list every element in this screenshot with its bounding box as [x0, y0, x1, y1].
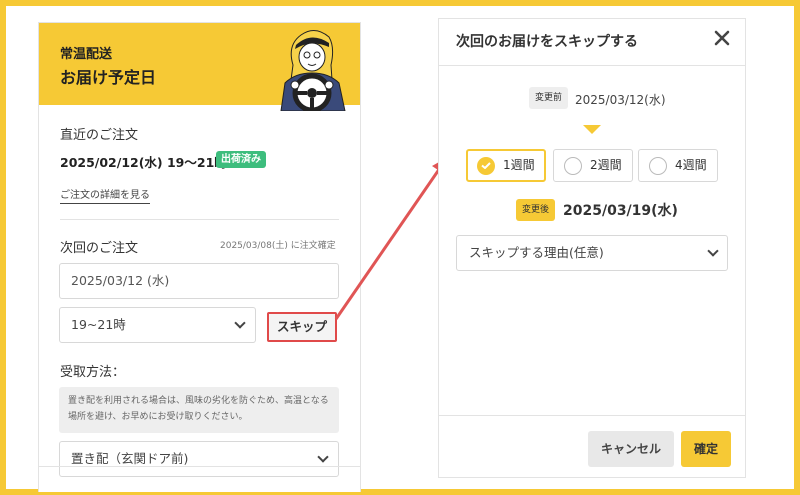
divider — [60, 219, 339, 220]
divider — [439, 65, 745, 66]
time-select-value: 19~21時 — [71, 317, 126, 332]
skip-modal: 次回のお届けをスキップする 変更前 2025/03/12(水) 1週間 2週間 … — [438, 18, 746, 478]
before-tag: 変更前 — [529, 87, 569, 109]
check-icon — [481, 162, 491, 169]
after-date: 2025/03/19(水) — [563, 203, 678, 219]
week-option-label: 1週間 — [503, 158, 535, 172]
chevron-down-icon — [707, 245, 719, 257]
skip-reason-select[interactable]: スキップする理由(任意) — [456, 235, 728, 271]
radio-unchecked — [564, 157, 582, 175]
next-order-label: 次回のご注文 — [60, 241, 139, 256]
delivery-date-field[interactable]: 2025/03/12 (水) — [59, 263, 339, 299]
receive-method-label: 受取方法： — [60, 365, 126, 380]
recent-order-label: 直近のご注文 — [60, 128, 139, 143]
header-subtitle: 常温配送 — [60, 47, 113, 62]
panel-header: 常温配送 お届け予定日 — [39, 23, 360, 111]
delivery-time-select[interactable]: 19~21時 — [59, 307, 256, 343]
week-option-2[interactable]: 2週間 — [553, 149, 633, 182]
delivery-panel: 常温配送 お届け予定日 直近のご注文 2025/02/12(水) 19〜21時 … — [38, 22, 361, 492]
week-option-label: 2週間 — [590, 158, 622, 172]
confirm-button[interactable]: 確定 — [681, 431, 731, 467]
week-option-label: 4週間 — [675, 158, 707, 172]
status-badge: 出荷済み — [216, 151, 266, 168]
driver-illustration — [280, 30, 346, 111]
week-option-1[interactable]: 1週間 — [466, 149, 546, 182]
close-icon[interactable] — [714, 30, 730, 46]
reason-placeholder: スキップする理由(任意) — [469, 245, 604, 260]
recent-order-date: 2025/02/12(水) 19〜21時 — [60, 155, 227, 170]
header-title: お届け予定日 — [60, 68, 157, 87]
order-detail-link[interactable]: ご注文の詳細を見る — [60, 186, 150, 204]
chevron-down-icon — [234, 317, 246, 329]
radio-checked — [477, 157, 495, 175]
chevron-down-icon — [317, 451, 329, 463]
skip-button[interactable]: スキップ — [267, 312, 337, 342]
receive-method-value: 置き配（玄関ドア前) — [71, 451, 189, 466]
down-arrow-icon — [583, 125, 601, 134]
divider — [439, 415, 745, 416]
after-tag: 変更後 — [516, 199, 556, 221]
modal-title: 次回のお届けをスキップする — [456, 34, 638, 50]
receive-note: 置き配を利用される場合は、風味の劣化を防ぐため、高温となる場所を避け、お早めにお… — [59, 387, 339, 433]
radio-unchecked — [649, 157, 667, 175]
divider — [39, 466, 360, 467]
order-confirm-note: 2025/03/08(土) に注文確定 — [220, 241, 336, 251]
before-date: 2025/03/12(水) — [575, 93, 666, 107]
receive-method-select[interactable]: 置き配（玄関ドア前) — [59, 441, 339, 477]
week-option-4[interactable]: 4週間 — [638, 149, 718, 182]
cancel-button[interactable]: キャンセル — [588, 431, 674, 467]
